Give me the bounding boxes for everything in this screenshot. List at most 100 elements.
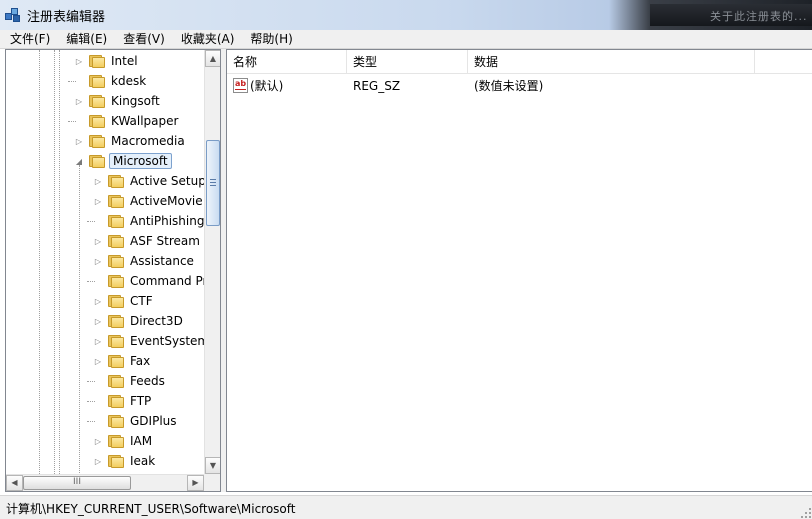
menu-edit[interactable]: 编辑(E) [57,30,114,49]
value-data: (数值未设置) [474,79,544,93]
tree-item-assistance[interactable]: ▷ Assistance [93,251,196,271]
expand-arrow-icon[interactable]: ▷ [93,456,103,466]
scroll-thumb[interactable] [206,140,220,226]
tree-item-label: Assistance [130,254,194,268]
folder-icon [89,154,105,168]
tree-item-label: FTP [130,394,152,408]
folder-icon [108,314,124,328]
tree-item-iam[interactable]: ▷ IAM [93,431,154,451]
expand-arrow-icon[interactable]: ▷ [74,96,84,106]
tree-item-label: Intel [111,54,138,68]
scroll-up-button[interactable]: ▲ [205,50,220,67]
tree-item-kingsoft[interactable]: ▷ Kingsoft [74,91,162,111]
expand-arrow-icon[interactable]: ▷ [93,196,103,206]
scroll-down-button[interactable]: ▼ [205,457,220,474]
scrollbar-corner [204,474,220,491]
tree-item-label: IAM [130,434,153,448]
column-header-name[interactable]: 名称 [227,50,347,74]
tree-item-label: Macromedia [111,134,185,148]
arrow-left-icon: ◀ [11,478,18,487]
expand-arrow-icon [93,396,103,406]
tree-item-feeds[interactable]: Feeds [93,371,167,391]
blurred-text: 关于此注册表的... [710,10,808,23]
folder-icon [108,434,124,448]
tree-item-ctf[interactable]: ▷ CTF [93,291,155,311]
title-bar: 注册表编辑器 关于此注册表的... [0,0,812,30]
menu-view[interactable]: 查看(V) [114,30,172,49]
registry-tree[interactable]: ▷ Intel kdesk ▷ Kingsoft KWallpaper ▷ Macromedi… [6,50,204,474]
tree-item-antiphishing[interactable]: AntiPhishing [93,211,204,231]
folder-icon [108,234,124,248]
value-name: (默认) [250,79,284,93]
folder-icon [89,74,105,88]
menu-favorites[interactable]: 收藏夹(A) [172,30,242,49]
folder-icon [108,214,124,228]
expand-arrow-icon [93,276,103,286]
scroll-left-button[interactable]: ◀ [6,475,23,491]
tree-item-direct3d[interactable]: ▷ Direct3D [93,311,185,331]
tree-vertical-scrollbar[interactable]: ▲ ▼ [204,50,220,474]
expand-arrow-icon [93,376,103,386]
tree-item-active-setup[interactable]: ▷ Active Setup [93,171,204,191]
tree-item-microsoft[interactable]: ◢ Microsoft [74,151,172,171]
folder-icon [89,94,105,108]
tree-item-ftp[interactable]: FTP [93,391,153,411]
tree-item-kwallpaper[interactable]: KWallpaper [74,111,180,131]
column-header-type[interactable]: 类型 [347,50,468,74]
regedit-app-icon [5,7,21,23]
folder-icon [108,454,124,468]
expand-arrow-icon[interactable]: ▷ [93,336,103,346]
scroll-right-button[interactable]: ▶ [187,475,204,491]
tree-item-ieak[interactable]: ▷ Ieak [93,451,157,471]
tree-item-gdiplus[interactable]: GDIPlus [93,411,179,431]
tree-item-command-pr[interactable]: Command Pr [93,271,204,291]
resize-grip-icon[interactable] [800,507,812,519]
expand-arrow-icon[interactable]: ▷ [93,236,103,246]
expand-arrow-icon[interactable]: ▷ [93,256,103,266]
tree-item-label: Active Setup [130,174,204,188]
expand-arrow-icon[interactable]: ▷ [93,436,103,446]
expand-arrow-icon[interactable]: ▷ [93,356,103,366]
tree-item-label: Fax [130,354,151,368]
folder-icon [108,334,124,348]
tree-item-label: Feeds [130,374,165,388]
hscroll-thumb[interactable]: III [23,476,131,490]
tree-item-activemovie[interactable]: ▷ ActiveMovie [93,191,204,211]
tree-item-label: Microsoft [109,153,172,169]
collapse-arrow-icon[interactable]: ◢ [74,156,84,166]
tree-item-label: EventSystem [130,334,204,348]
menu-file[interactable]: 文件(F) [0,30,57,49]
expand-arrow-icon [74,116,84,126]
menu-help[interactable]: 帮助(H) [241,30,299,49]
tree-item-macromedia[interactable]: ▷ Macromedia [74,131,187,151]
list-header: 名称 类型 数据 [227,50,812,74]
tree-item-label: kdesk [111,74,147,88]
tree-horizontal-scrollbar[interactable]: ◀ III ▶ [6,474,204,491]
column-header-data[interactable]: 数据 [468,50,755,74]
tree-item-label: AntiPhishing [130,214,204,228]
registry-tree-pane[interactable]: ▷ Intel kdesk ▷ Kingsoft KWallpaper ▷ Macromedi… [5,49,221,492]
tree-item-asf-stream-d[interactable]: ▷ ASF Stream D [93,231,204,251]
expand-arrow-icon[interactable]: ▷ [93,316,103,326]
blurred-region: 关于此注册表的... [650,4,812,26]
arrow-right-icon: ▶ [192,478,199,487]
window-title: 注册表编辑器 [27,9,106,25]
expand-arrow-icon[interactable]: ▷ [93,296,103,306]
tree-item-intel[interactable]: ▷ Intel [74,51,140,71]
arrow-down-icon: ▼ [209,461,217,470]
tree-item-eventsystem[interactable]: ▷ EventSystem [93,331,204,351]
expand-arrow-icon[interactable]: ▷ [74,136,84,146]
expand-arrow-icon[interactable]: ▷ [93,176,103,186]
ab-string-icon: ab [233,78,248,93]
expand-arrow-icon [93,216,103,226]
expand-arrow-icon [74,76,84,86]
tree-item-kdesk[interactable]: kdesk [74,71,148,91]
status-path: 计算机\HKEY_CURRENT_USER\Software\Microsoft [6,502,296,516]
folder-icon [108,354,124,368]
tree-item-fax[interactable]: ▷ Fax [93,351,152,371]
registry-values-pane[interactable]: 名称 类型 数据 ab (默认) REG_SZ (数值未设置) [226,49,812,492]
folder-icon [108,274,124,288]
folder-icon [89,54,105,68]
expand-arrow-icon[interactable]: ▷ [74,56,84,66]
value-row[interactable]: ab (默认) REG_SZ (数值未设置) [227,76,812,96]
